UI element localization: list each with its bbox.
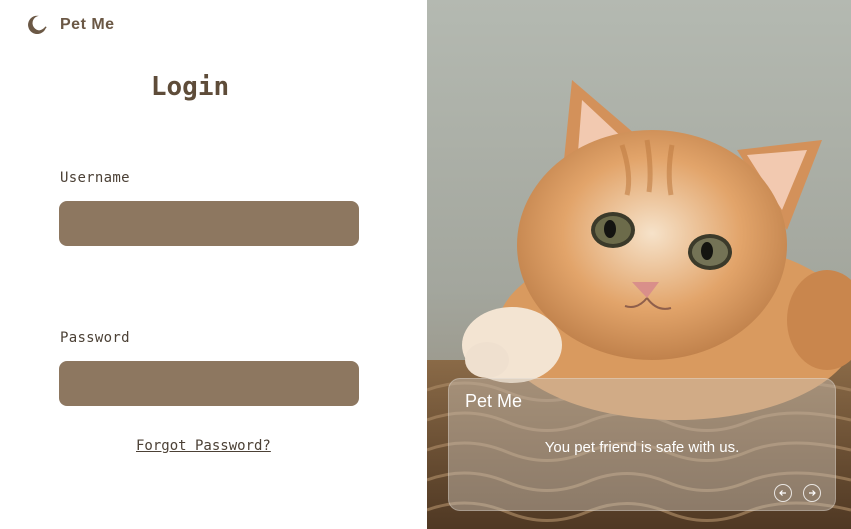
arrow-left-icon <box>779 490 786 496</box>
card-text: You pet friend is safe with us. <box>544 439 740 456</box>
username-label: Username <box>60 170 130 186</box>
login-panel: Pet Me Login Username Password Forgot Pa… <box>0 0 427 529</box>
arrow-right-icon <box>809 490 816 496</box>
password-label: Password <box>60 330 130 346</box>
info-card: Pet Me You pet friend is safe with us. <box>448 378 836 511</box>
brand-name: Pet Me <box>60 16 115 33</box>
forgot-password-link[interactable]: Forgot Password? <box>136 438 271 454</box>
next-button[interactable] <box>803 484 821 502</box>
page-title: Login <box>150 72 230 102</box>
brand: Pet Me <box>26 14 115 36</box>
username-input[interactable] <box>59 201 359 246</box>
password-input[interactable] <box>59 361 359 406</box>
moon-icon <box>28 15 47 35</box>
card-title: Pet Me <box>465 391 523 411</box>
previous-button[interactable] <box>774 484 792 502</box>
